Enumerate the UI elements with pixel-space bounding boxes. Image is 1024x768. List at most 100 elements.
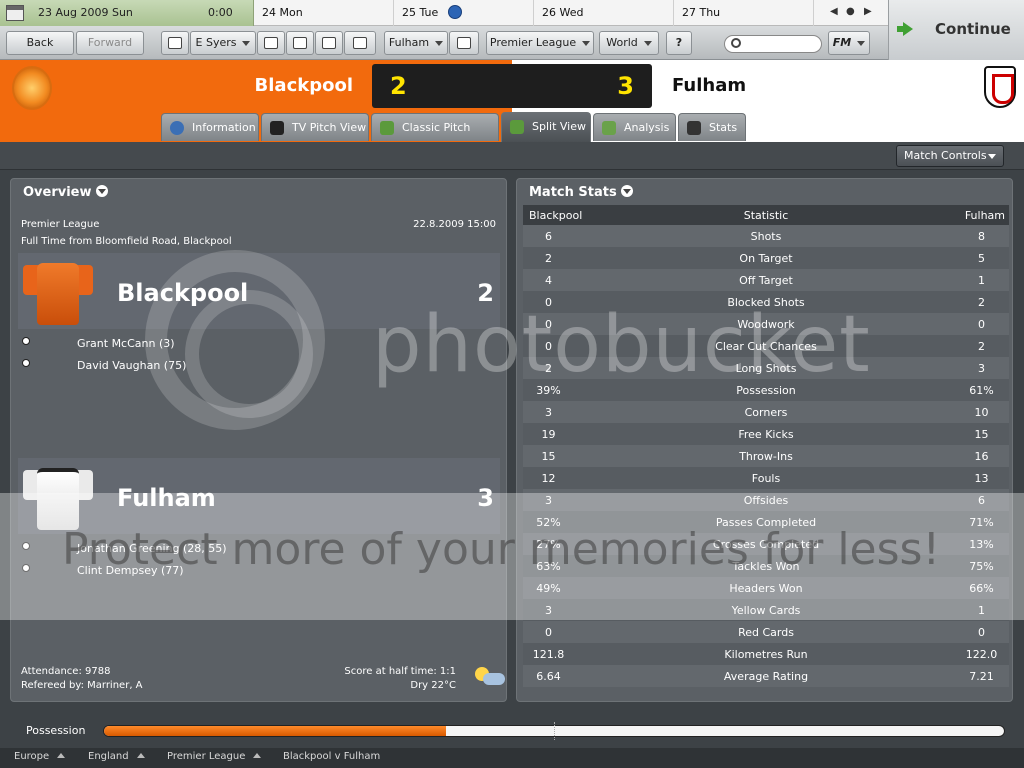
table-row: 0 Clear Cut Chances 2 xyxy=(523,335,1009,357)
toolbar: Back Forward E Syers Fulham Premier Leag… xyxy=(0,26,1024,60)
calendar-next-icon[interactable]: ▶ xyxy=(864,6,872,17)
match-stats-title-label: Match Stats xyxy=(529,185,617,200)
venue-label: Full Time from Bloomfield Road, Blackpoo… xyxy=(21,236,232,247)
breadcrumb-england[interactable]: England xyxy=(88,751,145,762)
help-label: ? xyxy=(675,36,683,49)
calendar-today-icon[interactable]: ● xyxy=(846,6,855,17)
competition-menu[interactable]: Premier League xyxy=(486,31,594,55)
tab-split-view[interactable]: Split View xyxy=(501,112,591,142)
away-value: 122.0 xyxy=(939,643,1009,665)
away-value: 5 xyxy=(939,247,1009,269)
home-icon xyxy=(168,37,182,49)
scouting-button[interactable] xyxy=(315,31,343,55)
table-header-row: Blackpool Statistic Fulham xyxy=(523,205,1009,225)
home-value: 2 xyxy=(523,247,593,269)
home-team-title[interactable]: Blackpool xyxy=(117,279,248,307)
home-button[interactable] xyxy=(161,31,189,55)
match-stats-title[interactable]: Match Stats xyxy=(529,185,633,200)
overview-title[interactable]: Overview xyxy=(23,185,108,200)
tab-classic-pitch-view[interactable]: Classic Pitch View xyxy=(371,113,499,162)
fulham-crest-icon[interactable] xyxy=(984,66,1016,108)
news-button[interactable] xyxy=(286,31,314,55)
tab-information[interactable]: Information xyxy=(161,113,259,141)
scoreboard: 2 3 xyxy=(372,64,652,108)
table-row: 49% Headers Won 66% xyxy=(523,577,1009,599)
help-button[interactable]: ? xyxy=(666,31,692,55)
scorer-item[interactable]: Clint Dempsey (77) xyxy=(77,564,184,577)
home-value: 27% xyxy=(523,533,593,555)
current-time-label: 0:00 xyxy=(208,6,233,19)
table-row: 121.8 Kilometres Run 122.0 xyxy=(523,643,1009,665)
calendar-prev-icon[interactable]: ◀ xyxy=(830,6,838,17)
table-row: 15 Throw-Ins 16 xyxy=(523,445,1009,467)
statistic-name: Tackles Won xyxy=(593,555,939,577)
manager-menu[interactable]: E Syers xyxy=(190,31,256,55)
away-value: 2 xyxy=(939,335,1009,357)
scorer-item[interactable]: Jonathan Greening (28, 55) xyxy=(77,542,227,555)
calendar-day[interactable]: 27 Thu xyxy=(674,0,814,26)
scorer-item[interactable]: Grant McCann (3) xyxy=(77,337,175,350)
attendance-label: Attendance: 9788 xyxy=(21,666,111,677)
breadcrumb-match[interactable]: Blackpool v Fulham xyxy=(283,751,380,762)
search-input[interactable] xyxy=(724,35,822,53)
overview-title-label: Overview xyxy=(23,185,92,200)
home-value: 4 xyxy=(523,269,593,291)
referee-label[interactable]: Refereed by: Marriner, A xyxy=(21,680,143,691)
continue-label: Continue xyxy=(935,20,1011,38)
blackpool-crest-icon[interactable] xyxy=(12,66,52,110)
possession-bar-fill xyxy=(104,726,446,736)
breadcrumb-europe[interactable]: Europe xyxy=(14,751,66,762)
chevron-down-icon xyxy=(857,40,866,46)
match-stats-table: Blackpool Statistic Fulham 6 Shots 8 2 On Ta… xyxy=(523,205,1009,687)
forward-label: Forward xyxy=(87,36,133,49)
away-value: 13% xyxy=(939,533,1009,555)
binoculars-button[interactable] xyxy=(449,31,479,55)
calendar-day[interactable]: 25 Tue xyxy=(394,0,534,26)
statistic-name: Possession xyxy=(593,379,939,401)
inbox-button[interactable] xyxy=(257,31,285,55)
away-value: 61% xyxy=(939,379,1009,401)
match-controls-button[interactable]: Match Controls xyxy=(896,145,1004,167)
manager-label: E Syers xyxy=(195,36,237,49)
tab-tv-pitch-view[interactable]: TV Pitch View xyxy=(261,113,369,141)
possession-label: Possession xyxy=(26,724,86,737)
forward-button[interactable]: Forward xyxy=(76,31,144,55)
table-row: 12 Fouls 13 xyxy=(523,467,1009,489)
breadcrumb-premier-league[interactable]: Premier League xyxy=(167,751,262,762)
table-row: 4 Off Target 1 xyxy=(523,269,1009,291)
breadcrumb-label: England xyxy=(88,751,129,762)
inbox-icon xyxy=(264,37,278,49)
fm-menu[interactable]: FM xyxy=(828,31,870,55)
calendar-day[interactable]: 26 Wed xyxy=(534,0,674,26)
statistic-name: Long Shots xyxy=(593,357,939,379)
statistic-name: Average Rating xyxy=(593,665,939,687)
back-button[interactable]: Back xyxy=(6,31,74,55)
away-value: 2 xyxy=(939,291,1009,313)
scorer-item[interactable]: David Vaughan (75) xyxy=(77,359,186,372)
home-value: 12 xyxy=(523,467,593,489)
club-menu[interactable]: Fulham xyxy=(384,31,448,55)
world-menu[interactable]: World xyxy=(599,31,659,55)
away-team-title[interactable]: Fulham xyxy=(117,484,216,512)
continue-button[interactable]: Continue xyxy=(888,0,1024,60)
column-header-home[interactable]: Blackpool xyxy=(523,205,593,225)
competition-label[interactable]: Premier League xyxy=(21,219,99,230)
calendar-day[interactable]: 24 Mon xyxy=(254,0,394,26)
tab-stats[interactable]: Stats xyxy=(678,113,746,141)
table-row: 52% Passes Completed 71% xyxy=(523,511,1009,533)
tab-analysis[interactable]: Analysis xyxy=(593,113,676,141)
column-header-away[interactable]: Fulham xyxy=(939,205,1009,225)
home-team-name[interactable]: Blackpool xyxy=(220,75,353,96)
table-row: 6 Shots 8 xyxy=(523,225,1009,247)
statistic-name: Off Target xyxy=(593,269,939,291)
away-team-name[interactable]: Fulham xyxy=(672,75,746,96)
notes-button[interactable] xyxy=(344,31,376,55)
statistic-name: Passes Completed xyxy=(593,511,939,533)
statistic-name: Red Cards xyxy=(593,621,939,643)
statistic-name: Corners xyxy=(593,401,939,423)
away-value: 1 xyxy=(939,269,1009,291)
statistic-name: Kilometres Run xyxy=(593,643,939,665)
info-icon xyxy=(170,121,184,135)
current-date[interactable]: 23 Aug 2009 Sun 0:00 xyxy=(0,0,254,26)
breadcrumb-label: Premier League xyxy=(167,751,246,762)
